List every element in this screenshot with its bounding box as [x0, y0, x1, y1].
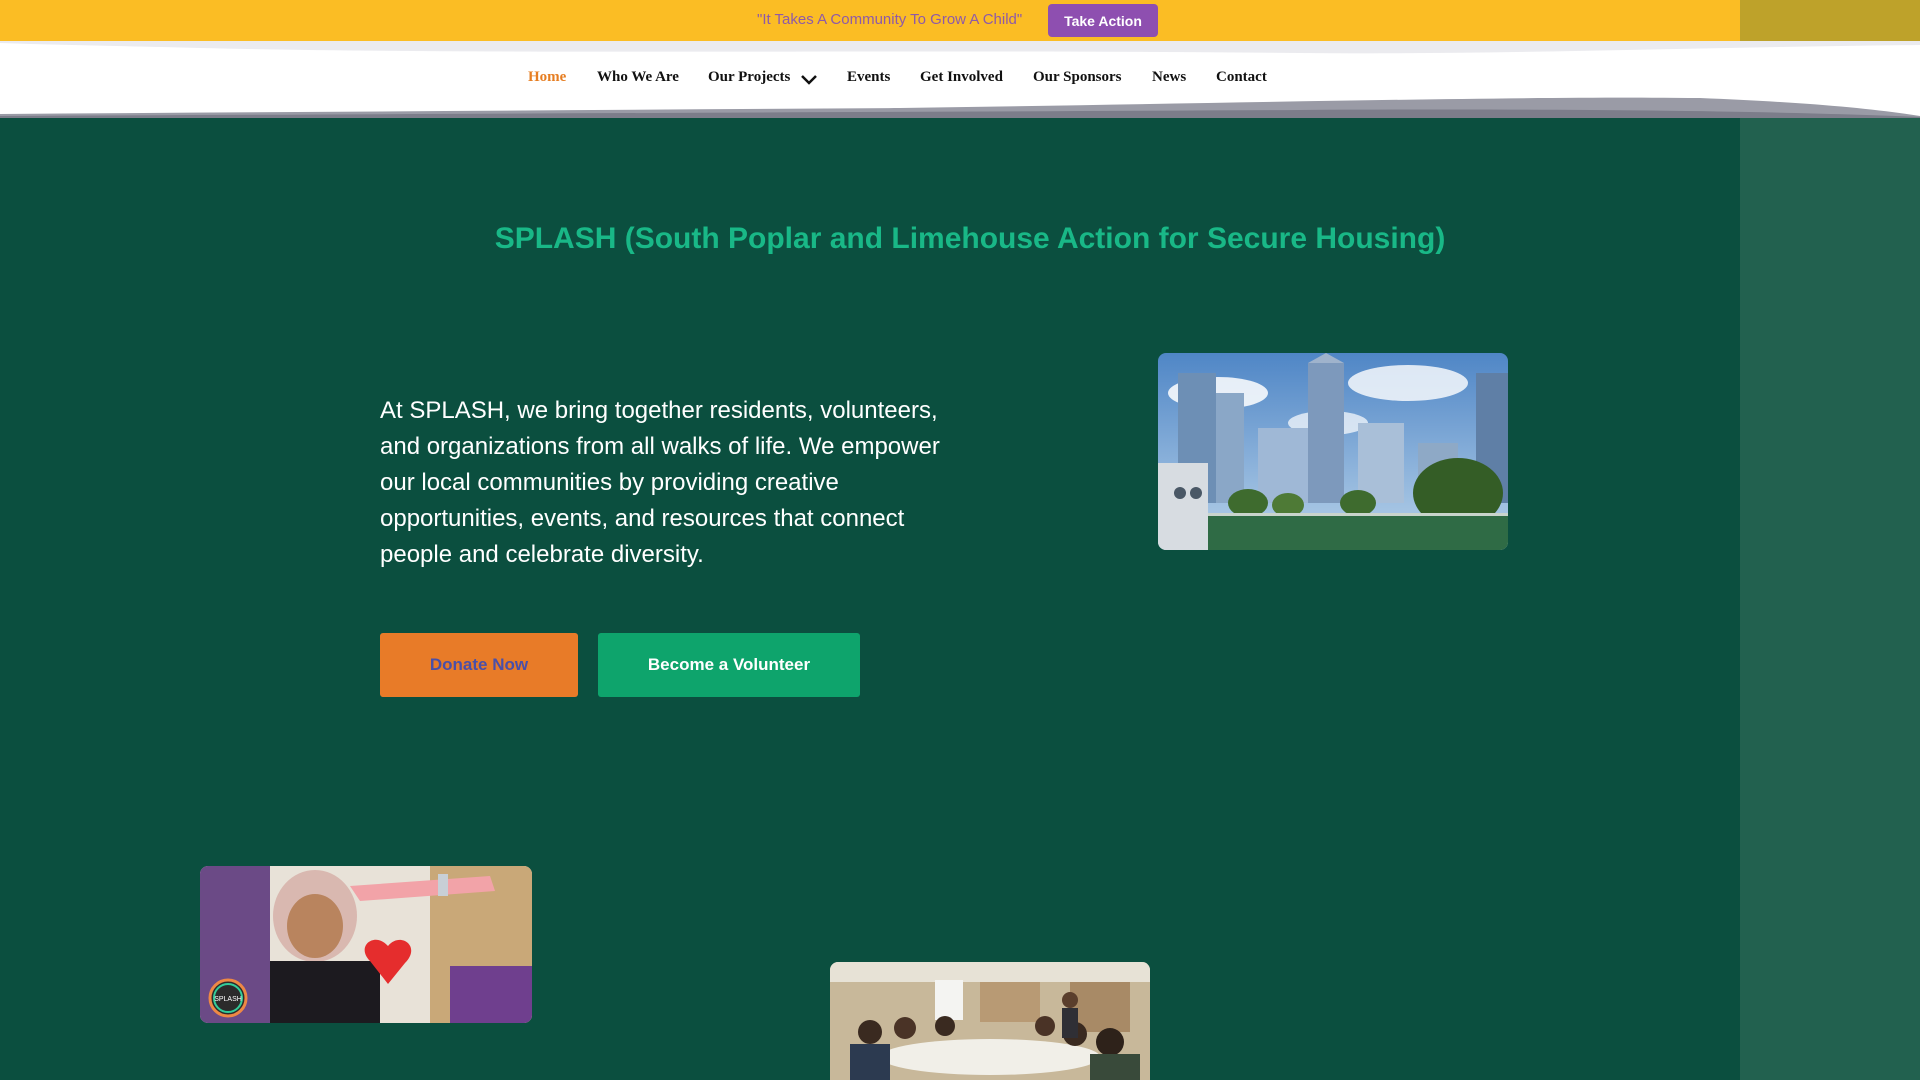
nav-top-wave: [0, 41, 1920, 54]
nav-item-events[interactable]: Events: [847, 69, 890, 86]
splash-badge-text: SPLASH: [214, 996, 242, 1003]
nav-item-contact[interactable]: Contact: [1216, 69, 1267, 86]
donate-now-button[interactable]: Donate Now: [380, 633, 578, 697]
main-nav: Home Who We Are Our Projects Events Get …: [0, 69, 1920, 91]
announcement-bar-edge: [1740, 0, 1920, 41]
girl-with-heart-photo: SPLASH: [200, 866, 532, 1023]
take-action-button[interactable]: Take Action: [1048, 4, 1158, 37]
chevron-down-icon[interactable]: [800, 74, 818, 86]
nav-item-home[interactable]: Home: [528, 69, 566, 86]
side-panel: [1740, 118, 1920, 1080]
nav-item-news[interactable]: News: [1152, 69, 1186, 86]
announcement-tagline: "It Takes A Community To Grow A Child": [757, 11, 1023, 28]
nav-item-our-sponsors[interactable]: Our Sponsors: [1033, 69, 1122, 86]
group-meeting-photo: [830, 962, 1150, 1080]
become-volunteer-button[interactable]: Become a Volunteer: [598, 633, 860, 697]
city-skyline-photo: [1158, 353, 1508, 550]
hero-intro-text: At SPLASH, we bring together residents, …: [380, 397, 940, 568]
nav-item-who-we-are[interactable]: Who We Are: [597, 69, 679, 86]
nav-item-get-involved[interactable]: Get Involved: [920, 69, 1003, 86]
hero-title: SPLASH (South Poplar and Limehouse Actio…: [494, 222, 1446, 255]
nav-item-our-projects[interactable]: Our Projects: [708, 69, 790, 86]
